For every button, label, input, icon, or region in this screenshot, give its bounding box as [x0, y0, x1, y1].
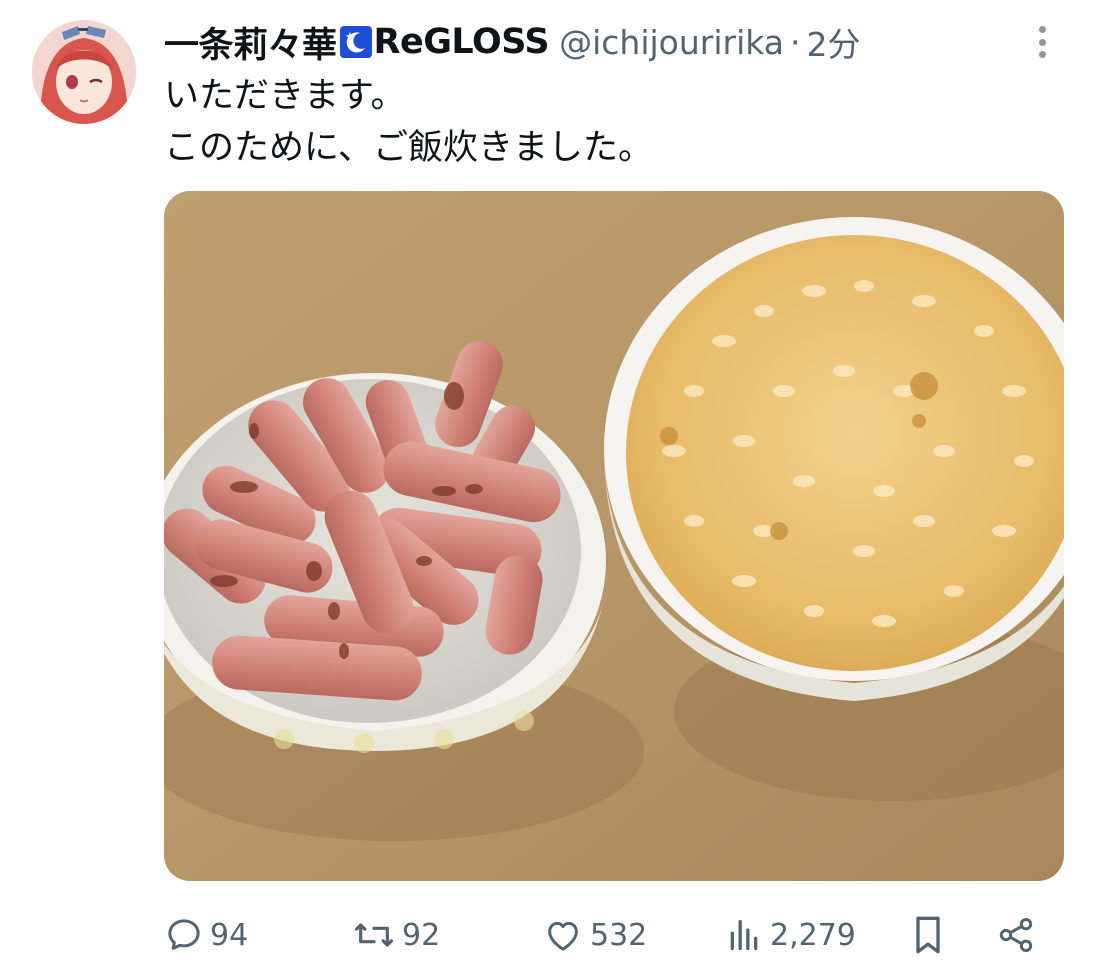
bookmark-icon [908, 913, 948, 957]
crescent-moon-star-icon [339, 26, 372, 58]
like-button[interactable]: 532 [542, 905, 647, 965]
user-handle[interactable]: @ichijouririka [559, 23, 784, 62]
repost-icon [352, 915, 396, 955]
comment-icon [164, 915, 204, 955]
food-photo [164, 191, 1064, 881]
share-icon [996, 915, 1036, 955]
views-count: 2,279 [770, 917, 856, 953]
reply-button[interactable]: 94 [164, 905, 248, 965]
display-name[interactable]: 一条莉々華 [164, 17, 337, 68]
post-photo[interactable] [164, 191, 1064, 881]
avatar-illustration [32, 20, 136, 124]
views-button[interactable]: 2,279 [724, 905, 856, 965]
reply-count: 94 [210, 917, 249, 953]
action-bar: 94 92 532 2,279 [164, 905, 1044, 965]
avatar[interactable] [32, 20, 136, 124]
post-timestamp[interactable]: 2分 [807, 18, 861, 66]
post-text: いただきます。 このために、ご飯炊きました。 [164, 76, 653, 168]
like-count: 532 [590, 917, 648, 953]
separator-dot: · [790, 22, 801, 62]
share-button[interactable] [996, 905, 1036, 965]
bookmark-button[interactable] [908, 905, 948, 965]
heart-icon [542, 915, 584, 955]
post-header: 一条莉々華 ReGLOSS @ichijouririka · 2分 [164, 18, 861, 66]
repost-button[interactable]: 92 [352, 905, 440, 965]
repost-count: 92 [402, 917, 441, 953]
more-vertical-icon[interactable] [1030, 22, 1054, 62]
display-name-suffix[interactable]: ReGLOSS [374, 22, 550, 62]
bar-chart-icon [724, 915, 764, 955]
